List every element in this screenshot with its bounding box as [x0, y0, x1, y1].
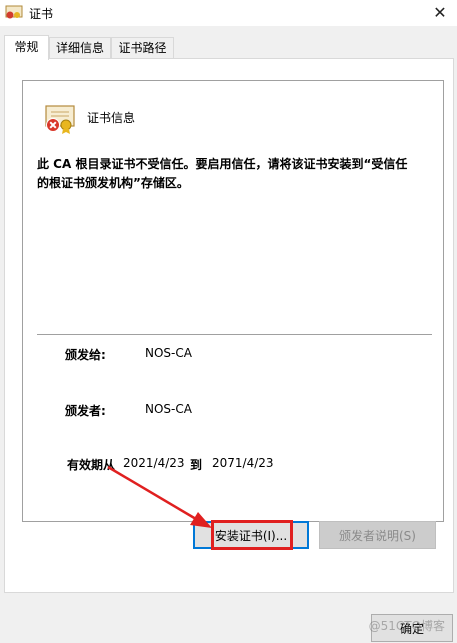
issued-to-label: 颁发给:	[65, 348, 106, 362]
certificate-info-heading: 证书信息	[87, 111, 136, 125]
window-title: 证书	[29, 7, 54, 21]
separator	[37, 334, 432, 335]
certificate-app-icon	[5, 5, 23, 19]
general-tab-panel: 证书信息 此 CA 根目录证书不受信任。要启用信任，请将该证书安装到“受信任的根…	[4, 58, 454, 593]
title-bar: 证书 ✕	[0, 0, 457, 26]
validity-to-label: 到	[190, 458, 203, 472]
close-icon: ✕	[433, 3, 447, 22]
valid-to-value: 2071/4/23	[212, 456, 274, 470]
tab-general[interactable]: 常规	[4, 35, 49, 60]
valid-from-value: 2021/4/23	[123, 456, 185, 470]
install-button-highlight	[211, 520, 293, 550]
watermark: @51CTO博客	[368, 619, 445, 633]
certificate-error-icon	[45, 105, 75, 134]
validity-label: 有效期从	[67, 458, 116, 472]
issued-by-label: 颁发者:	[65, 404, 106, 418]
tab-cert-path[interactable]: 证书路径	[111, 37, 174, 59]
issued-to-value: NOS-CA	[145, 346, 192, 360]
certificate-info-box: 证书信息 此 CA 根目录证书不受信任。要启用信任，请将该证书安装到“受信任的根…	[22, 80, 444, 522]
tab-details[interactable]: 详细信息	[49, 37, 111, 59]
close-button[interactable]: ✕	[423, 0, 457, 26]
trust-warning-message: 此 CA 根目录证书不受信任。要启用信任，请将该证书安装到“受信任的根证书颁发机…	[37, 157, 408, 190]
issued-by-value: NOS-CA	[145, 402, 192, 416]
issuer-statement-button[interactable]: 颁发者说明(S)	[319, 521, 436, 549]
